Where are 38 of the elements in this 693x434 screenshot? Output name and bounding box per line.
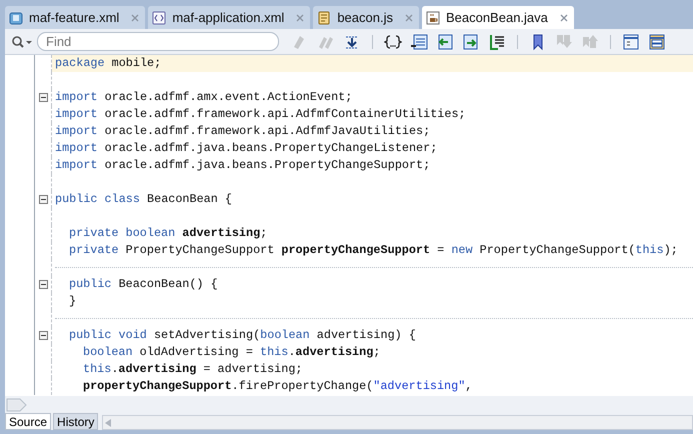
code-line: import oracle.adfmf.amx.event.ActionEvent; xyxy=(55,89,352,106)
code-line: boolean oldAdvertising = this.advertising; xyxy=(83,344,380,361)
list-icon[interactable] xyxy=(488,32,506,50)
numbered-document-icon[interactable] xyxy=(410,32,428,50)
code-line: private boolean advertising; xyxy=(69,225,268,242)
code-line: propertyChangeSupport.firePropertyChange("advertising", xyxy=(83,378,472,395)
code-line: import oracle.adfmf.java.beans.PropertyChangeListener; xyxy=(55,140,438,157)
collapse-icon[interactable] xyxy=(38,93,48,102)
device-icon xyxy=(9,10,23,24)
search-field[interactable]: Find xyxy=(37,32,279,51)
view-tab[interactable]: Source xyxy=(5,413,52,430)
code-line: } xyxy=(69,293,76,310)
horizontal-scrollbar[interactable] xyxy=(102,415,693,430)
editor-tab[interactable]: beacon.js xyxy=(313,6,419,29)
code-line: package mobile; xyxy=(55,55,162,72)
braces-icon[interactable] xyxy=(384,32,402,50)
editor-tab[interactable]: BeaconBean.java xyxy=(422,6,574,29)
code-line: private PropertyChangeSupport propertyChangeSupport = new PropertyChangeSupport(this); xyxy=(69,242,678,259)
cup-icon xyxy=(426,10,440,24)
code-line: import oracle.adfmf.framework.api.AdfmfJavaUtilities; xyxy=(55,123,430,140)
code-line: import oracle.adfmf.java.beans.PropertyChangeSupport; xyxy=(55,157,430,174)
code-line: public void setAdvertising(boolean advertising) { xyxy=(69,327,416,344)
editor-tab[interactable]: maf-feature.xml xyxy=(5,6,146,29)
collapse-icon[interactable] xyxy=(38,331,48,340)
code-line: import oracle.adfmf.framework.api.AdfmfContainerUtilities; xyxy=(55,106,466,123)
window-icon[interactable] xyxy=(622,32,640,50)
editor-tab[interactable]: maf-application.xml xyxy=(148,6,310,29)
collapse-icon[interactable] xyxy=(38,280,48,289)
code-line: public class BeaconBean { xyxy=(55,191,232,208)
code-file-icon xyxy=(152,10,166,24)
view-tab[interactable]: History xyxy=(53,413,98,430)
code-line: this.advertising = advertising; xyxy=(83,361,302,378)
collapse-icon[interactable] xyxy=(38,195,48,204)
split-window-icon[interactable] xyxy=(648,32,666,50)
search-icon[interactable] xyxy=(11,34,33,48)
scroll-icon xyxy=(317,10,332,24)
close-icon[interactable] xyxy=(560,14,568,22)
code-line: public BeaconBean() { xyxy=(69,276,218,293)
